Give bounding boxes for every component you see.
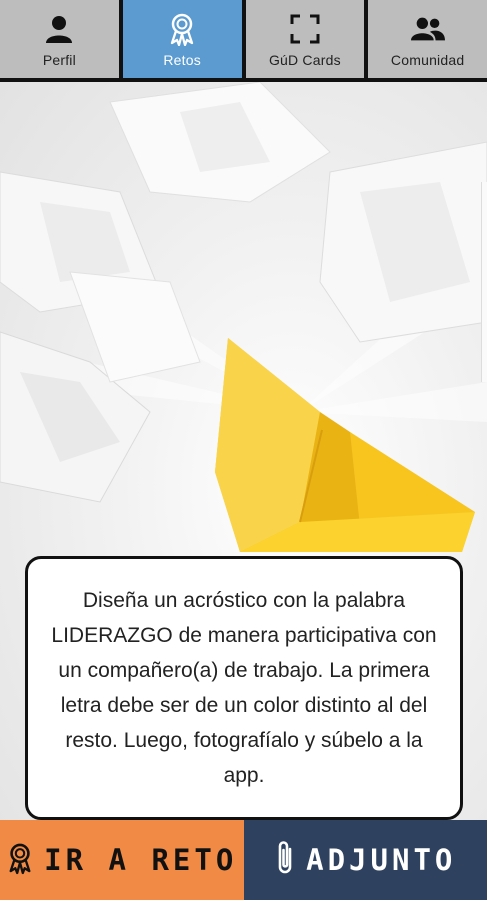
tab-label: Perfil [42, 52, 76, 68]
tab-label: GúD Cards [268, 52, 341, 68]
award-ribbon-icon [6, 840, 34, 881]
tab-gud-cards[interactable]: GúD Cards [245, 0, 365, 78]
tab-label: Retos [163, 52, 201, 68]
attachment-button[interactable]: ADJUNTO [243, 820, 487, 900]
award-ribbon-icon [165, 12, 199, 46]
tab-perfil[interactable]: Perfil [0, 0, 119, 78]
bottom-action-bar: IR A RETO ADJUNTO [0, 820, 487, 900]
go-to-challenge-label: IR A RETO [44, 843, 238, 877]
tab-comunidad[interactable]: Comunidad [368, 0, 487, 78]
challenge-card: Diseña un acróstico con la palabra LIDER… [25, 556, 463, 820]
scroll-indicator[interactable] [481, 182, 487, 382]
top-tab-bar: Perfil Retos GúD Cards Comunidad [0, 0, 487, 82]
attachment-label: ADJUNTO [306, 843, 457, 877]
group-icon [410, 12, 445, 46]
tab-label: Comunidad [390, 52, 465, 68]
person-icon [42, 12, 76, 46]
challenge-text: Diseña un acróstico con la palabra LIDER… [51, 589, 437, 787]
scan-frame-icon [288, 12, 322, 46]
go-to-challenge-button[interactable]: IR A RETO [0, 820, 244, 900]
tab-retos[interactable]: Retos [122, 0, 242, 78]
paperclip-icon [274, 839, 296, 882]
